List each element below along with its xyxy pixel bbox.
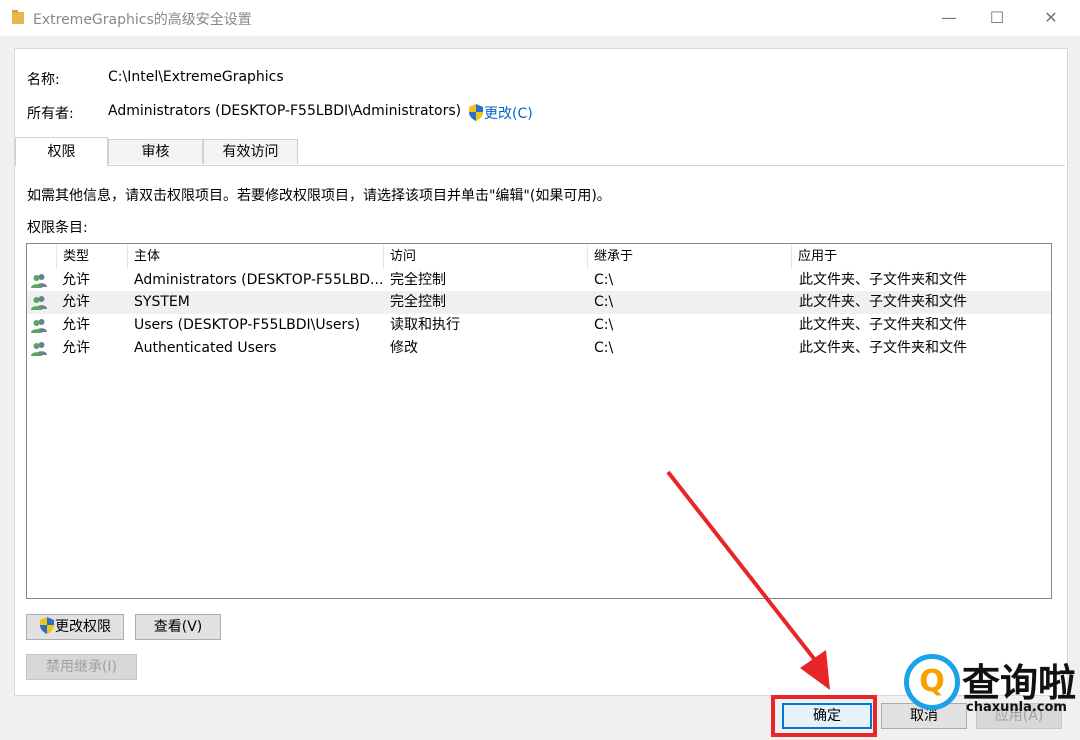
cell-access: 修改: [390, 340, 418, 356]
users-icon: [31, 274, 47, 288]
cell-access: 读取和执行: [390, 317, 460, 333]
table-row[interactable]: 允许 SYSTEM 完全控制 C:\ 此文件夹、子文件夹和文件: [27, 291, 1051, 314]
cell-type: 允许: [62, 317, 90, 333]
watermark-name: 查询啦: [962, 661, 1077, 705]
disable-inheritance-button[interactable]: 禁用继承(I): [26, 654, 137, 680]
owner-label: 所有者:: [27, 106, 74, 122]
name-label: 名称:: [27, 72, 60, 88]
cell-principal: Authenticated Users: [134, 340, 277, 356]
cell-applies-to: 此文件夹、子文件夹和文件: [799, 294, 967, 310]
folder-icon: [12, 10, 24, 24]
column-header-principal[interactable]: 主体: [128, 244, 384, 269]
watermark-domain: chaxunla.com: [966, 700, 1067, 715]
cell-access: 完全控制: [390, 294, 446, 310]
column-header-type[interactable]: 类型: [57, 244, 128, 269]
cell-applies-to: 此文件夹、子文件夹和文件: [799, 340, 967, 356]
users-icon: [31, 319, 47, 333]
title-bar: ExtremeGraphics的高级安全设置 — ☐ ✕: [0, 0, 1080, 36]
table-row[interactable]: 允许 Administrators (DESKTOP-F55LBD... 完全控…: [27, 269, 1051, 292]
window-title: ExtremeGraphics的高级安全设置: [33, 12, 252, 28]
table-row[interactable]: 允许 Users (DESKTOP-F55LBDI\Users) 读取和执行 C…: [27, 314, 1051, 337]
users-icon: [31, 296, 47, 310]
permission-list[interactable]: 类型 主体 访问 继承于 应用于 允许 Administrators (DESK…: [26, 243, 1052, 599]
change-owner-label: 更改(C): [484, 106, 533, 122]
name-value: C:\Intel\ExtremeGraphics: [108, 69, 284, 85]
watermark-logo-letter: Q: [919, 664, 945, 699]
tab-auditing[interactable]: 审核: [108, 139, 203, 164]
view-button[interactable]: 查看(V): [135, 614, 221, 640]
annotation-highlight-box: [771, 695, 877, 737]
close-button[interactable]: ✕: [1026, 0, 1076, 36]
column-header-access[interactable]: 访问: [384, 244, 588, 269]
shield-icon: [40, 617, 54, 634]
cell-principal: SYSTEM: [134, 294, 190, 310]
cell-principal: Users (DESKTOP-F55LBDI\Users): [134, 317, 361, 333]
tab-divider: [15, 165, 1065, 166]
users-icon: [31, 342, 47, 356]
change-permissions-label: 更改权限: [55, 619, 111, 635]
cell-principal: Administrators (DESKTOP-F55LBD...: [134, 272, 382, 288]
tab-effective-access[interactable]: 有效访问: [203, 139, 298, 164]
cell-type: 允许: [62, 272, 90, 288]
change-owner-link[interactable]: 更改(C): [468, 103, 533, 123]
table-row[interactable]: 允许 Authenticated Users 修改 C:\ 此文件夹、子文件夹和…: [27, 337, 1051, 360]
shield-icon: [469, 104, 483, 121]
column-header-icon: [27, 244, 57, 269]
cell-type: 允许: [62, 294, 90, 310]
cell-access: 完全控制: [390, 272, 446, 288]
column-header-applies-to[interactable]: 应用于: [792, 244, 1051, 269]
cell-applies-to: 此文件夹、子文件夹和文件: [799, 317, 967, 333]
instructions-text: 如需其他信息，请双击权限项目。若要修改权限项目，请选择该项目并单击"编辑"(如果…: [27, 188, 611, 204]
tab-permissions[interactable]: 权限: [15, 137, 108, 166]
minimize-button[interactable]: —: [924, 0, 974, 36]
entries-label: 权限条目:: [27, 220, 88, 236]
maximize-button[interactable]: ☐: [972, 0, 1022, 36]
cell-inherited-from: C:\: [594, 340, 614, 356]
cell-inherited-from: C:\: [594, 317, 614, 333]
owner-value: Administrators (DESKTOP-F55LBDI\Administ…: [108, 103, 462, 119]
cell-inherited-from: C:\: [594, 272, 614, 288]
cell-type: 允许: [62, 340, 90, 356]
cell-inherited-from: C:\: [594, 294, 614, 310]
column-header-inherited-from[interactable]: 继承于: [588, 244, 792, 269]
change-permissions-button[interactable]: 更改权限: [26, 614, 124, 640]
cell-applies-to: 此文件夹、子文件夹和文件: [799, 272, 967, 288]
